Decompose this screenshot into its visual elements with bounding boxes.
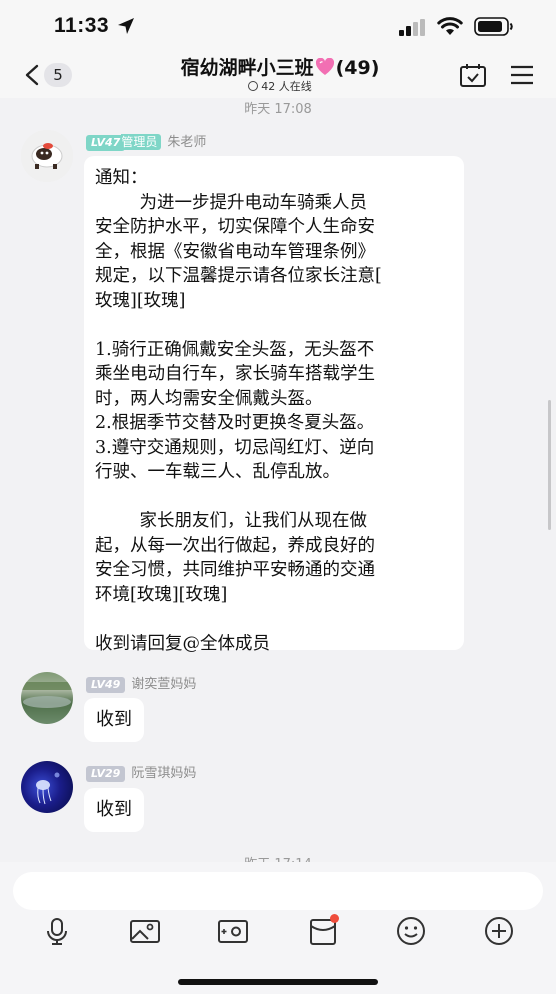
admin-role-badge: 管理员 <box>121 134 162 150</box>
chevron-left-icon <box>25 64 39 86</box>
notice-line: 1.骑行正确佩戴安全头盔，无头盔不 <box>95 339 375 360</box>
notice-line: ​ <box>95 485 454 510</box>
message-timestamp: 昨天 17:14 <box>0 853 556 862</box>
back-button[interactable]: 5 <box>20 60 80 90</box>
message-list[interactable]: 昨天 17:08 LV47管理员 朱老师 通知： 为进一步提升电动车骑乘人员 安全… <box>0 98 556 862</box>
sender-name[interactable]: 谢奕萱妈妈 <box>131 677 196 692</box>
notice-line: 2.根据季节交替及时更换冬夏头盔。 <box>95 413 375 433</box>
wifi-icon <box>437 17 463 35</box>
emoji-icon <box>397 917 425 945</box>
notice-line: 为进一步提升电动车骑乘人员 <box>95 192 368 213</box>
message-input[interactable] <box>13 872 543 910</box>
group-name-text: 宿幼湖畔小三班 <box>180 57 314 79</box>
notice-line: 乘坐电动自行车，家长骑车搭载学生 <box>95 364 375 384</box>
notice-line: 起，从每一次出行做起，养成良好的 <box>95 535 375 556</box>
pink-heart-icon <box>315 58 334 75</box>
emoji-button[interactable] <box>394 914 428 948</box>
message-meta: LV47管理员 朱老师 <box>86 131 206 151</box>
notice-line: 环境[玫瑰][玫瑰] <box>95 584 228 605</box>
home-indicator[interactable] <box>178 979 378 985</box>
image-button[interactable] <box>128 914 162 948</box>
avatar[interactable] <box>21 130 73 182</box>
notice-line: 玫瑰][玫瑰] <box>95 290 186 311</box>
level-badge: LV47 <box>86 135 126 151</box>
cellular-signal-icon <box>399 19 425 36</box>
notice-line: 行驶、一车载三人、乱停乱放。 <box>95 462 340 482</box>
plus-icon <box>485 917 513 945</box>
notice-line: 时，两人均需安全佩戴头盔。 <box>95 388 323 409</box>
landscape-avatar-icon <box>21 682 73 708</box>
text-message-bubble[interactable]: 收到 <box>84 788 144 832</box>
voice-button[interactable] <box>40 914 74 948</box>
notice-line: ​ <box>95 607 454 632</box>
input-area <box>0 862 556 994</box>
online-status: 42 人在线 <box>130 80 430 94</box>
avatar[interactable] <box>21 672 73 724</box>
chat-header: 5 宿幼湖畔小三班 (49) 42 人在线 <box>0 52 556 98</box>
notice-line: 3.遵守交通规则，切忌闯红灯、逆向 <box>95 437 375 458</box>
scrollbar[interactable] <box>548 400 551 530</box>
sender-name[interactable]: 朱老师 <box>167 135 206 150</box>
menu-icon[interactable] <box>509 64 535 86</box>
more-button[interactable] <box>482 914 516 948</box>
message-meta: LV29 阮雪琪妈妈 <box>86 762 196 782</box>
notification-dot <box>330 914 339 923</box>
notice-line: 通知： <box>95 168 148 188</box>
group-member-count: (49) <box>335 57 380 79</box>
battery-icon <box>474 17 513 36</box>
location-arrow-icon <box>118 18 134 34</box>
sheep-avatar-icon <box>21 130 73 182</box>
message-meta: LV49 谢奕萱妈妈 <box>86 673 196 693</box>
online-count: 42 人在线 <box>261 80 312 93</box>
notice-line: 规定，以下温馨提示请各位家长注意[ <box>95 266 382 286</box>
camera-button[interactable] <box>216 914 250 948</box>
notice-line: 家长朋友们，让我们从现在做 <box>95 511 368 531</box>
text-message-bubble[interactable]: 收到 <box>84 698 144 742</box>
group-title[interactable]: 宿幼湖畔小三班 (49) 42 人在线 <box>130 56 430 94</box>
clock-icon <box>248 81 259 91</box>
notice-message-bubble[interactable]: 通知： 为进一步提升电动车骑乘人员 安全防护水平，切实保障个人生命安 全，根据《… <box>84 156 464 654</box>
status-time: 11:33 <box>54 14 110 37</box>
group-name: 宿幼湖畔小三班 (49) <box>130 56 430 80</box>
notice-line: 安全习惯，共同维护平安畅通的交通 <box>95 560 375 580</box>
message-timestamp: 昨天 17:08 <box>244 102 312 117</box>
jellyfish-avatar-icon <box>36 772 60 805</box>
camera-icon <box>218 920 248 943</box>
notice-line: 收到请回复@全体成员 <box>95 633 270 654</box>
unread-count-badge: 5 <box>44 63 72 87</box>
avatar[interactable] <box>21 761 73 813</box>
microphone-icon <box>47 918 67 945</box>
notice-line: 全，根据《安徽省电动车管理条例》 <box>95 241 375 262</box>
calendar-check-icon[interactable] <box>459 62 487 88</box>
sender-name[interactable]: 阮雪琪妈妈 <box>131 766 196 781</box>
notice-line: 安全防护水平，切实保障个人生命安 <box>95 217 375 237</box>
red-envelope-button[interactable] <box>306 914 340 948</box>
level-badge: LV49 <box>86 677 126 693</box>
level-badge: LV29 <box>86 766 126 782</box>
image-icon <box>130 920 160 943</box>
status-bar: 11:33 <box>0 0 556 52</box>
notice-line: ​ <box>95 313 454 338</box>
